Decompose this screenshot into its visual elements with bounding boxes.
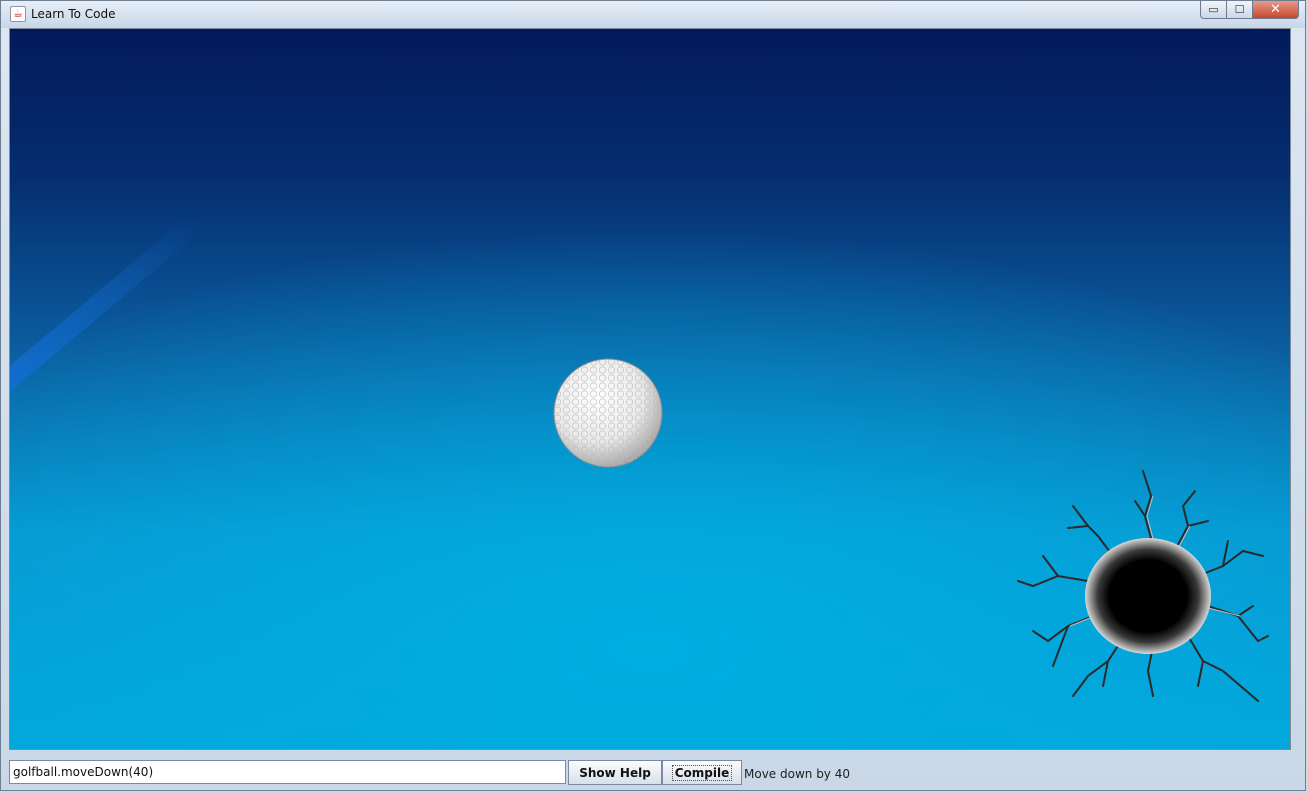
learn-to-code-window: ☕ Learn To Code ▭ ☐ ✕ golfball.moveDown(… [0,0,1306,791]
close-button[interactable]: ✕ [1253,1,1299,19]
show-help-button[interactable]: Show Help [568,760,662,785]
command-input[interactable] [9,760,566,784]
compile-label: Compile [671,764,733,781]
window-title: Learn To Code [31,7,116,21]
minimize-icon: ▭ [1208,3,1219,16]
status-message: Move down by 40 [744,767,850,781]
game-canvas [9,28,1291,750]
window-controls: ▭ ☐ ✕ [1200,1,1299,19]
command-bar: Show Help Compile Move down by 40 [1,758,1307,790]
golf-ball-icon [553,358,663,468]
light-streak [10,215,202,437]
java-icon: ☕ [10,6,26,22]
minimize-button[interactable]: ▭ [1200,1,1227,19]
title-bar[interactable]: ☕ Learn To Code ▭ ☐ ✕ [1,1,1305,28]
compile-button[interactable]: Compile [662,760,742,785]
close-icon: ✕ [1270,2,1281,17]
maximize-button[interactable]: ☐ [1227,1,1253,19]
cracked-hole-icon [1017,470,1269,702]
maximize-icon: ☐ [1234,3,1245,16]
show-help-label: Show Help [579,765,651,780]
